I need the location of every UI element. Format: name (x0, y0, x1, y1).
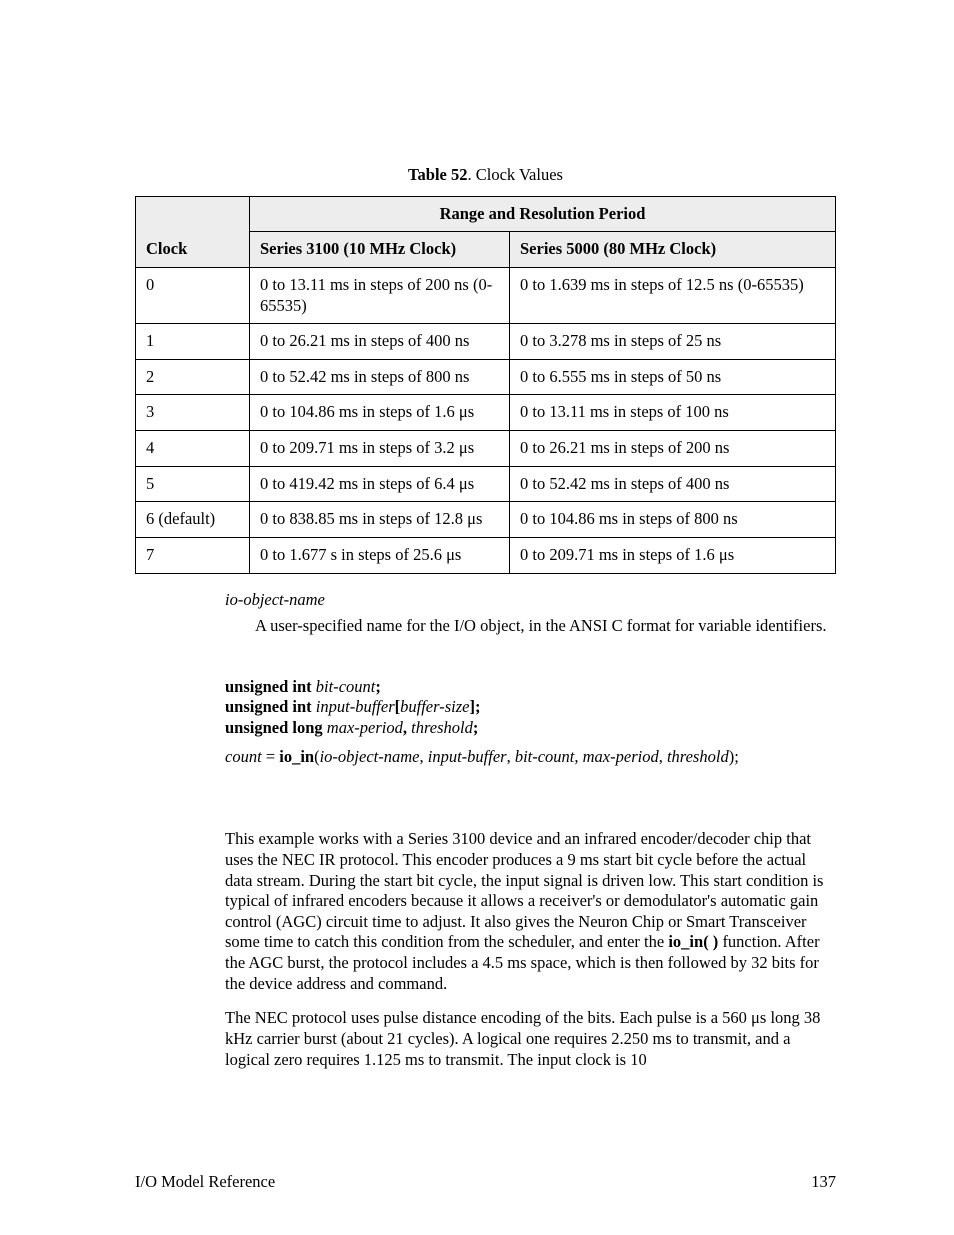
param-name: io-object-name (225, 590, 836, 611)
cell-clock: 3 (136, 395, 250, 431)
cell-s3100: 0 to 26.21 ms in steps of 400 ns (250, 324, 510, 360)
cell-clock: 6 (default) (136, 502, 250, 538)
cell-s5000: 0 to 1.639 ms in steps of 12.5 ns (0-655… (510, 267, 836, 323)
cell-clock: 4 (136, 431, 250, 467)
cell-s5000: 0 to 52.42 ms in steps of 400 ns (510, 466, 836, 502)
syntax-line-1: unsigned int bit-count; (225, 677, 836, 698)
footer-page-number: 137 (811, 1172, 836, 1193)
table-title: . Clock Values (467, 165, 562, 184)
cell-s3100: 0 to 838.85 ms in steps of 12.8 μs (250, 502, 510, 538)
clock-values-table: Clock Range and Resolution Period Series… (135, 196, 836, 574)
header-clock: Clock (136, 196, 250, 267)
cell-clock: 0 (136, 267, 250, 323)
table-row: 1 0 to 26.21 ms in steps of 400 ns 0 to … (136, 324, 836, 360)
cell-clock: 2 (136, 359, 250, 395)
table-number: Table 52 (408, 165, 467, 184)
table-row: 5 0 to 419.42 ms in steps of 6.4 μs 0 to… (136, 466, 836, 502)
table-caption: Table 52. Clock Values (135, 165, 836, 186)
table-row: Clock Range and Resolution Period (136, 196, 836, 232)
table-row: 6 (default) 0 to 838.85 ms in steps of 1… (136, 502, 836, 538)
syntax-line-2: unsigned int input-buffer[buffer-size]; (225, 697, 836, 718)
cell-s3100: 0 to 1.677 s in steps of 25.6 μs (250, 537, 510, 573)
table-row: 4 0 to 209.71 ms in steps of 3.2 μs 0 to… (136, 431, 836, 467)
table-row: 2 0 to 52.42 ms in steps of 800 ns 0 to … (136, 359, 836, 395)
usage-syntax: unsigned int bit-count; unsigned int inp… (225, 677, 836, 768)
header-series-5000: Series 5000 (80 MHz Clock) (510, 232, 836, 268)
footer-left: I/O Model Reference (135, 1172, 275, 1193)
page-footer: I/O Model Reference 137 (135, 1172, 836, 1193)
table-row: 3 0 to 104.86 ms in steps of 1.6 μs 0 to… (136, 395, 836, 431)
cell-s5000: 0 to 26.21 ms in steps of 200 ns (510, 431, 836, 467)
cell-s5000: 0 to 6.555 ms in steps of 50 ns (510, 359, 836, 395)
cell-s5000: 0 to 209.71 ms in steps of 1.6 μs (510, 537, 836, 573)
cell-s3100: 0 to 13.11 ms in steps of 200 ns (0-6553… (250, 267, 510, 323)
syntax-line-3: unsigned long max-period, threshold; (225, 718, 836, 739)
param-desc: A user-specified name for the I/O object… (255, 616, 836, 637)
cell-s3100: 0 to 419.42 ms in steps of 6.4 μs (250, 466, 510, 502)
cell-clock: 7 (136, 537, 250, 573)
header-series-3100: Series 3100 (10 MHz Clock) (250, 232, 510, 268)
cell-s3100: 0 to 104.86 ms in steps of 1.6 μs (250, 395, 510, 431)
cell-s5000: 0 to 13.11 ms in steps of 100 ns (510, 395, 836, 431)
cell-clock: 5 (136, 466, 250, 502)
syntax-call: count = io_in(io-object-name, input-buff… (225, 747, 836, 768)
example-paragraph-1: This example works with a Series 3100 de… (225, 829, 836, 994)
cell-s3100: 0 to 209.71 ms in steps of 3.2 μs (250, 431, 510, 467)
header-range: Range and Resolution Period (250, 196, 836, 232)
example-text: This example works with a Series 3100 de… (225, 829, 836, 1070)
cell-s5000: 0 to 104.86 ms in steps of 800 ns (510, 502, 836, 538)
cell-s3100: 0 to 52.42 ms in steps of 800 ns (250, 359, 510, 395)
table-row: 0 0 to 13.11 ms in steps of 200 ns (0-65… (136, 267, 836, 323)
cell-s5000: 0 to 3.278 ms in steps of 25 ns (510, 324, 836, 360)
parameter-block: io-object-name A user-specified name for… (225, 590, 836, 637)
table-row: 7 0 to 1.677 s in steps of 25.6 μs 0 to … (136, 537, 836, 573)
example-paragraph-2: The NEC protocol uses pulse distance enc… (225, 1008, 836, 1070)
cell-clock: 1 (136, 324, 250, 360)
